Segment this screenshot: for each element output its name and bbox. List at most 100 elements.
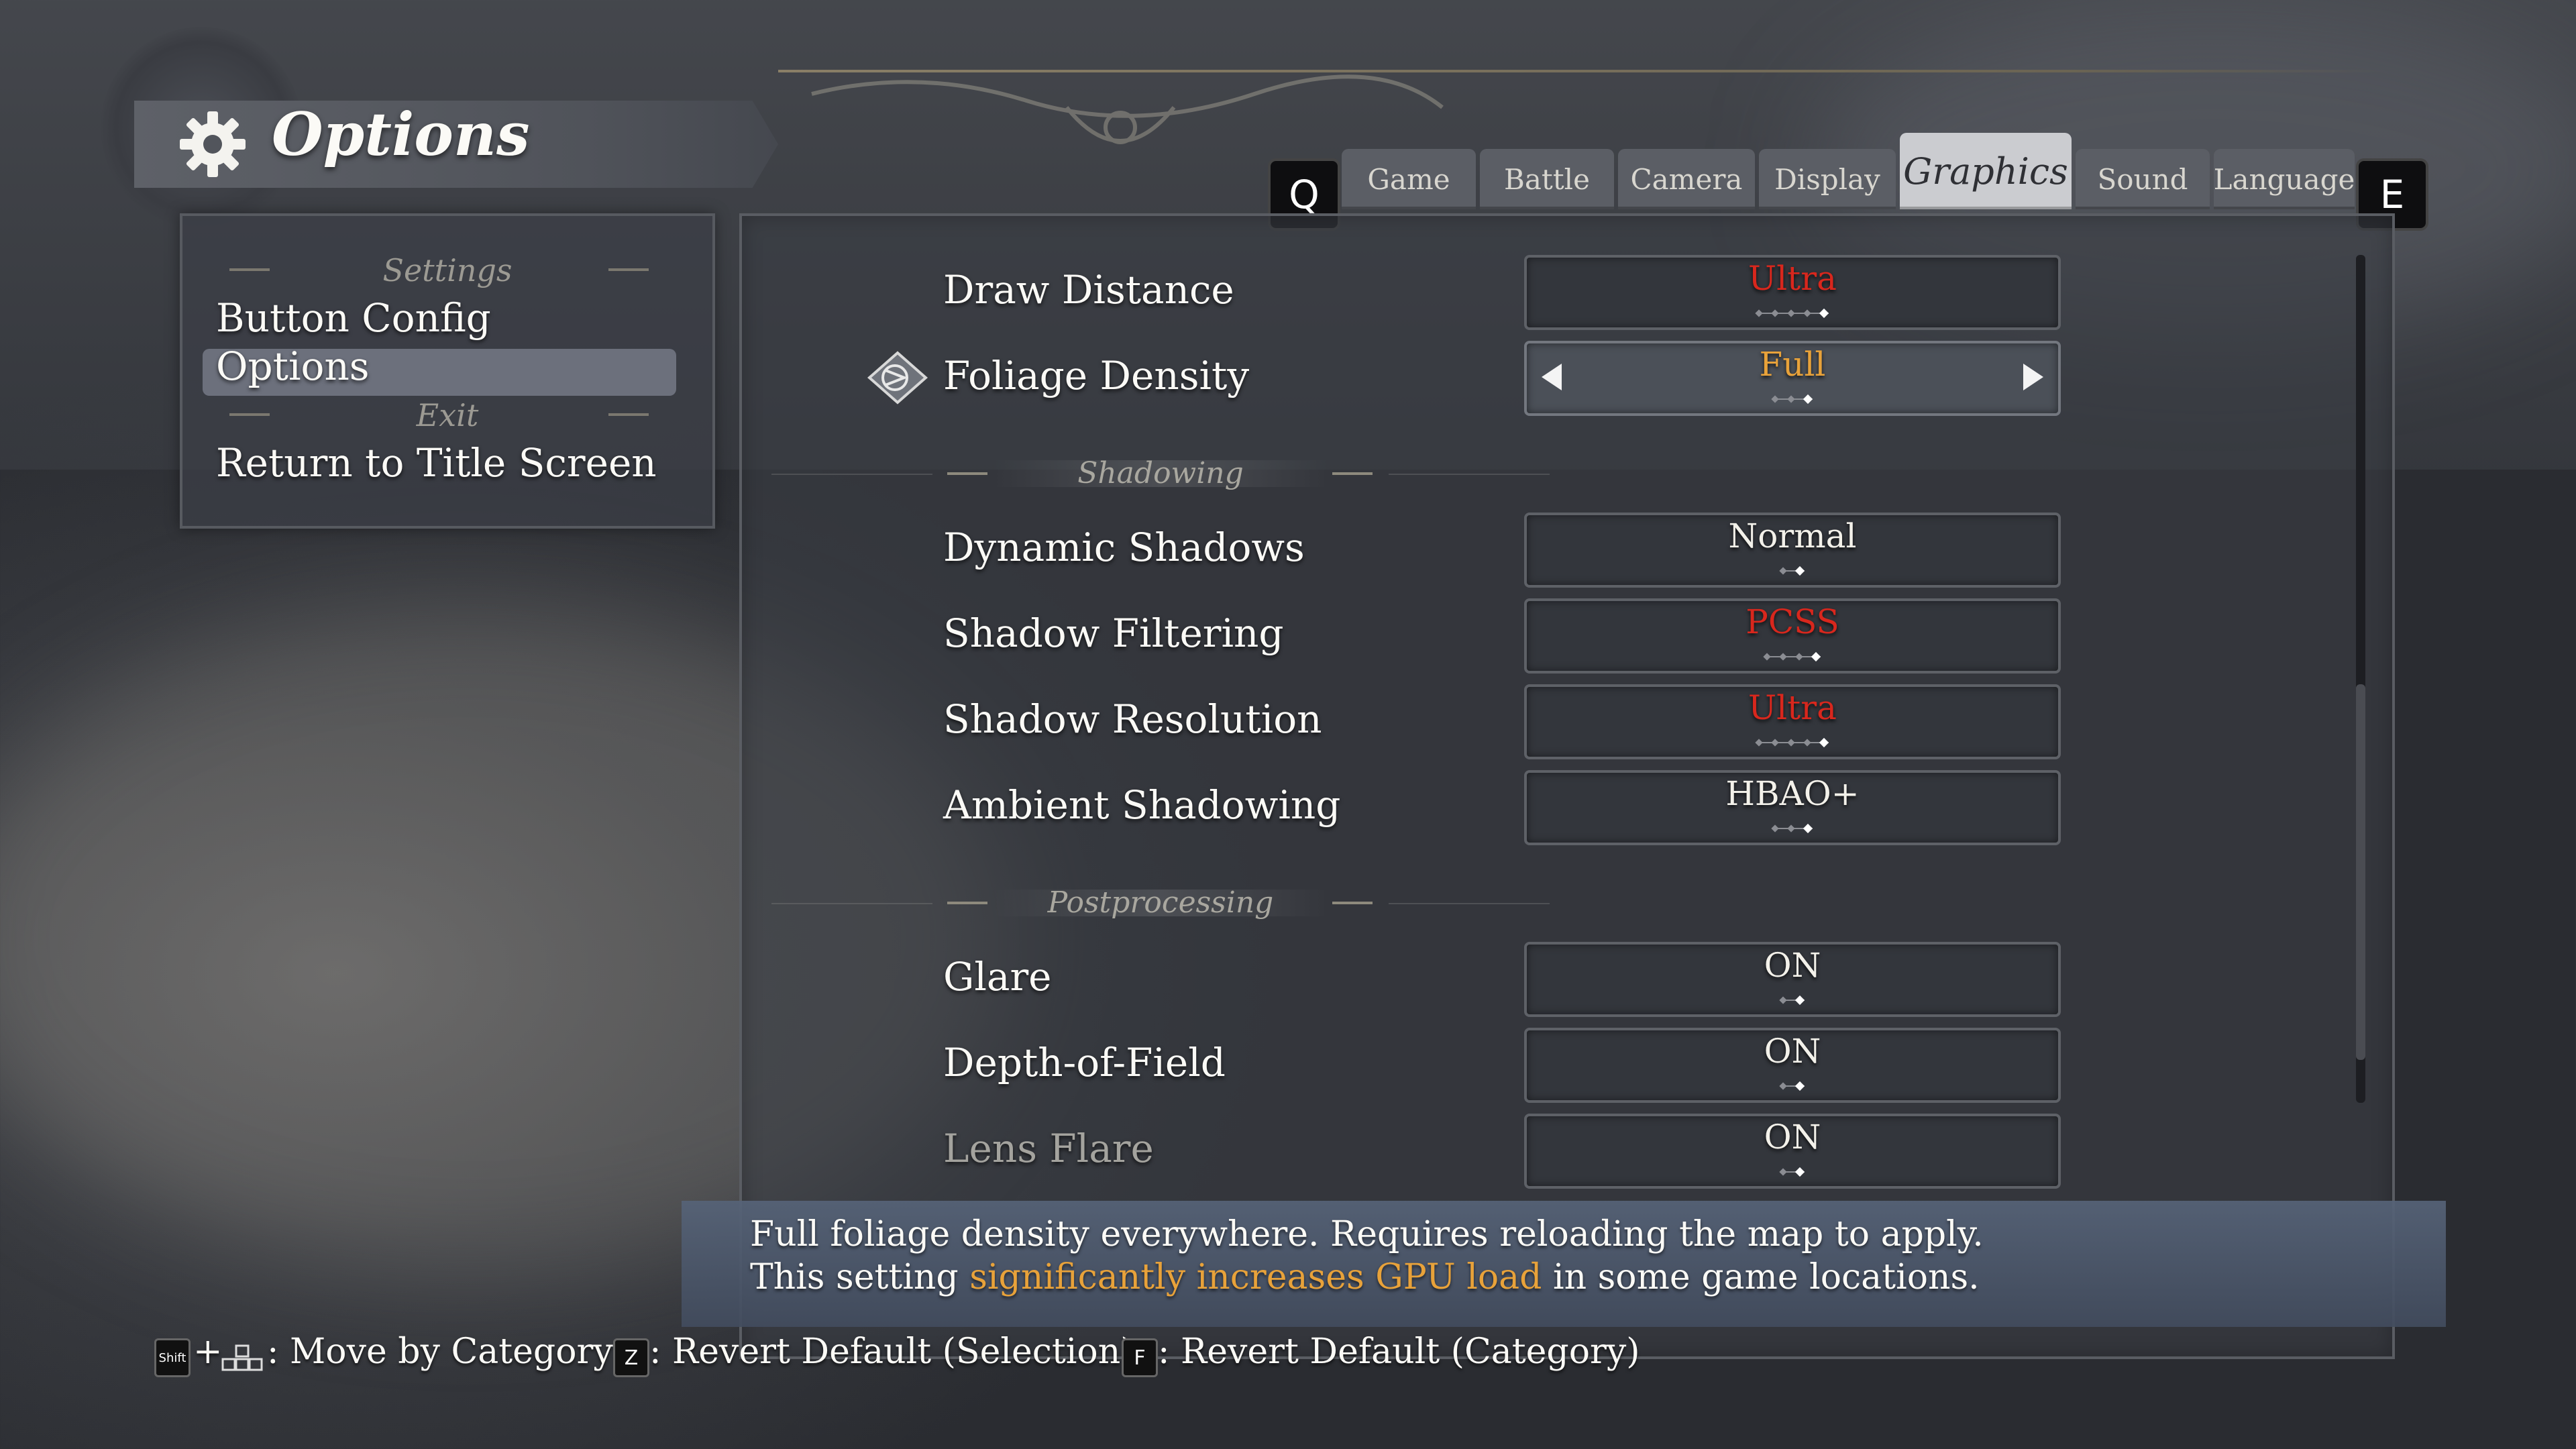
tab-graphics[interactable]: Graphics bbox=[1900, 133, 2072, 209]
setting-value-text: ON bbox=[1764, 1032, 1821, 1071]
tab-language[interactable]: Language bbox=[2214, 149, 2355, 209]
level-dot bbox=[1771, 739, 1779, 747]
setting-value-glare[interactable]: ON bbox=[1524, 942, 2061, 1017]
level-dot bbox=[1779, 996, 1787, 1004]
level-dot bbox=[1794, 995, 1805, 1006]
setting-label-foliage-density: Foliage Density bbox=[943, 353, 1250, 398]
level-dot bbox=[1787, 395, 1795, 403]
level-dot bbox=[1819, 308, 1829, 319]
level-dot-row bbox=[1763, 651, 1821, 662]
setting-value-text: PCSS bbox=[1746, 602, 1839, 641]
hint-move-by-category: : Move by Category bbox=[267, 1332, 613, 1372]
divider-line bbox=[771, 474, 932, 475]
setting-value-draw-distance[interactable]: Ultra bbox=[1524, 255, 2061, 330]
level-dot-row bbox=[1779, 1167, 1805, 1177]
setting-value-text: ON bbox=[1764, 946, 1821, 985]
page-title: Options bbox=[272, 99, 530, 169]
setting-value-text: HBAO+ bbox=[1725, 774, 1860, 813]
description-highlight: significantly increases GPU load bbox=[969, 1257, 1542, 1297]
menu-item-return-to-title[interactable]: Return to Title Screen bbox=[216, 440, 657, 486]
level-indicator bbox=[1527, 394, 2058, 405]
level-dot bbox=[1794, 566, 1805, 576]
setting-label-draw-distance: Draw Distance bbox=[943, 267, 1234, 313]
setting-value-text: Ultra bbox=[1748, 259, 1837, 298]
scrollbar-thumb[interactable] bbox=[2356, 684, 2365, 1060]
level-dot-row bbox=[1779, 1081, 1805, 1091]
level-dot bbox=[1811, 651, 1821, 662]
level-dot bbox=[1779, 653, 1787, 661]
level-dot bbox=[1803, 309, 1811, 317]
f-key-icon: F bbox=[1122, 1338, 1158, 1377]
description-text: This setting bbox=[750, 1257, 970, 1297]
ornament-left bbox=[947, 472, 987, 475]
setting-value-shadow-filtering[interactable]: PCSS bbox=[1524, 598, 2061, 674]
level-dot bbox=[1803, 394, 1813, 405]
ornament-right bbox=[1332, 902, 1373, 904]
hint-revert-default-selection: : Revert Default (Selection) bbox=[649, 1332, 1134, 1372]
subheading-shadowing: Shadowing bbox=[771, 456, 1550, 490]
level-indicator bbox=[1527, 1081, 2058, 1091]
ornament-right bbox=[608, 413, 649, 416]
level-dot bbox=[1779, 567, 1787, 575]
setting-label-shadow-filtering: Shadow Filtering bbox=[943, 610, 1284, 656]
setting-value-dynamic-shadows[interactable]: Normal bbox=[1524, 513, 2061, 588]
level-dot bbox=[1803, 739, 1811, 747]
tab-camera[interactable]: Camera bbox=[1618, 149, 1755, 209]
level-dot bbox=[1755, 309, 1763, 317]
setting-value-text: Normal bbox=[1728, 517, 1857, 555]
level-dot bbox=[1795, 653, 1803, 661]
tab-sound[interactable]: Sound bbox=[2076, 149, 2210, 209]
ornament-right bbox=[1332, 472, 1373, 475]
ornament-left bbox=[947, 902, 987, 904]
level-dot bbox=[1771, 309, 1779, 317]
hint-revert-default-category: : Revert Default (Category) bbox=[1158, 1332, 1640, 1372]
setting-value-ambient-shadowing[interactable]: HBAO+ bbox=[1524, 770, 2061, 845]
setting-value-lens-flare[interactable]: ON bbox=[1524, 1114, 2061, 1189]
level-indicator bbox=[1527, 737, 2058, 748]
level-indicator bbox=[1527, 651, 2058, 662]
section-heading: Exit bbox=[416, 397, 479, 433]
menu-item-button-config[interactable]: Button Config bbox=[216, 295, 491, 341]
level-dot-row bbox=[1779, 995, 1805, 1006]
z-key-icon: Z bbox=[613, 1338, 649, 1377]
level-indicator bbox=[1527, 995, 2058, 1006]
setting-value-text: ON bbox=[1764, 1118, 1821, 1157]
shift-key-icon: Shift bbox=[154, 1338, 191, 1377]
level-dot bbox=[1771, 824, 1779, 833]
level-dot-row bbox=[1771, 823, 1813, 834]
description-line-2: This setting significantly increases GPU… bbox=[750, 1257, 1980, 1297]
setting-label-glare: Glare bbox=[943, 954, 1052, 1000]
level-dot-row bbox=[1771, 394, 1813, 405]
level-dot-row bbox=[1779, 566, 1805, 576]
setting-value-foliage-density[interactable]: Full bbox=[1524, 341, 2061, 416]
selection-cursor-icon bbox=[867, 351, 928, 405]
level-dot-row bbox=[1755, 308, 1829, 319]
ornament-left bbox=[229, 268, 270, 271]
level-dot bbox=[1787, 739, 1795, 747]
tab-game[interactable]: Game bbox=[1342, 149, 1476, 209]
setting-value-text: Ultra bbox=[1748, 688, 1837, 727]
setting-value-text: Full bbox=[1759, 345, 1826, 384]
arrow-right-icon[interactable] bbox=[2023, 364, 2043, 390]
ornament-right bbox=[608, 268, 649, 271]
gear-icon bbox=[180, 111, 246, 177]
level-indicator bbox=[1527, 823, 2058, 834]
tab-battle[interactable]: Battle bbox=[1480, 149, 1614, 209]
level-dot-row bbox=[1755, 737, 1829, 748]
menu-item-options[interactable]: Options bbox=[216, 343, 370, 389]
setting-value-depth-of-field[interactable]: ON bbox=[1524, 1028, 2061, 1103]
setting-label-dynamic-shadows: Dynamic Shadows bbox=[943, 525, 1305, 570]
arrow-keys-icon bbox=[221, 1344, 263, 1371]
level-dot bbox=[1803, 823, 1813, 834]
setting-value-shadow-resolution[interactable]: Ultra bbox=[1524, 684, 2061, 759]
divider-line bbox=[1389, 474, 1550, 475]
divider-line bbox=[1389, 903, 1550, 904]
divider-line bbox=[771, 903, 932, 904]
tab-display[interactable]: Display bbox=[1759, 149, 1896, 209]
level-dot bbox=[1794, 1081, 1805, 1091]
menu-section-settings: Settings bbox=[182, 252, 712, 288]
plus-sign: + bbox=[193, 1332, 223, 1372]
section-heading: Settings bbox=[382, 252, 513, 288]
level-indicator bbox=[1527, 566, 2058, 576]
level-dot bbox=[1755, 739, 1763, 747]
